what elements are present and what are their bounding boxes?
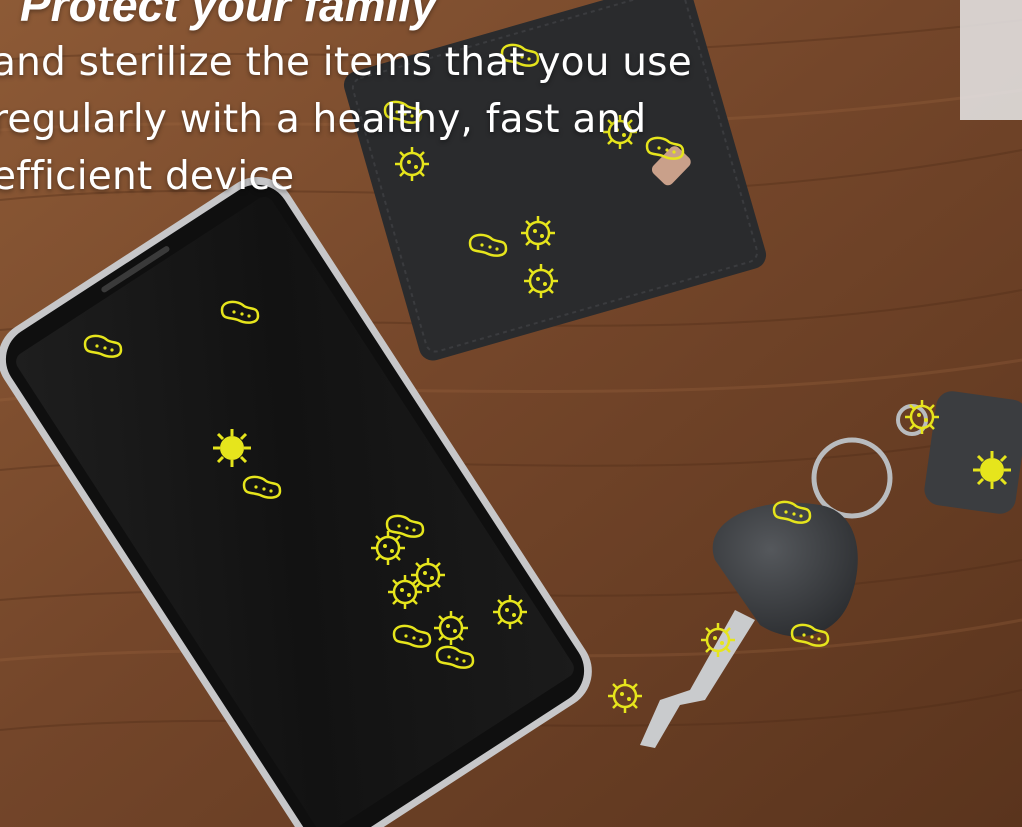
description-line-1: and sterilize the items that you use (0, 40, 692, 85)
description-line-2: regularly with a healthy, fast and (0, 97, 647, 142)
headline: Protect your family (20, 0, 437, 31)
description-line-3: efficient device (0, 154, 295, 199)
